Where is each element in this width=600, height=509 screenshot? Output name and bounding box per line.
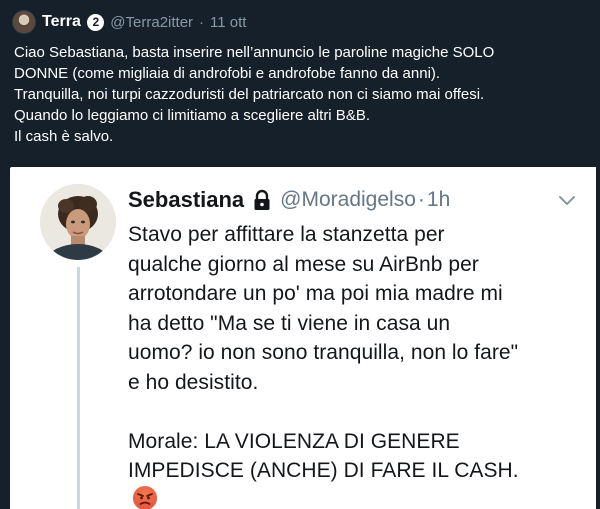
outer-text-line: Il cash è salvo. [14, 128, 114, 145]
outer-timestamp[interactable]: 11 ott [210, 14, 246, 31]
outer-separator: · [199, 13, 205, 31]
angry-face-emoji-icon [132, 485, 158, 509]
chevron-down-icon[interactable] [556, 189, 578, 211]
outer-avatar[interactable] [12, 10, 36, 34]
outer-tweet-text: Ciao Sebastiana, basta inserire nell’ann… [14, 42, 584, 147]
quoted-text-line: Stavo per affittare la stanzetta per [128, 223, 445, 246]
quoted-avatar[interactable] [40, 184, 116, 260]
outer-text-line: Ciao Sebastiana, basta inserire nell’ann… [14, 44, 495, 61]
quoted-handle[interactable]: @Moradigelso [280, 188, 416, 212]
outer-text-line: Tranquilla, noi turpi cazzoduristi del p… [14, 86, 485, 103]
quoted-tweet-text: Stavo per affittare la stanzetta per qua… [128, 220, 588, 486]
outer-tweet[interactable]: Terra 2 @Terra2itter · 11 ott Ciao Sebas… [0, 0, 600, 509]
quoted-text-line: uomo? io non sono tranquilla, non lo far… [128, 341, 519, 364]
quoted-timestamp[interactable]: 1h [427, 188, 450, 212]
outer-text-line: Quando lo leggiamo ci limitiamo a scegli… [14, 107, 370, 124]
quoted-text-line: IMPEDISCE (ANCHE) DI FARE IL CASH. [128, 459, 519, 482]
outer-display-name[interactable]: Terra 2 [42, 13, 105, 31]
outer-text-line: DONNE (come migliaia di androfobi e andr… [14, 65, 441, 82]
quoted-text-line: arrotondare un po' ma poi mia madre mi [128, 282, 503, 305]
outer-handle[interactable]: @Terra2itter [110, 14, 193, 31]
quoted-tweet-header: Sebastiana @Moradigelso · 1h [128, 185, 588, 215]
outer-tweet-header: Terra 2 @Terra2itter · 11 ott [12, 10, 246, 34]
quoted-display-name[interactable]: Sebastiana [128, 187, 244, 213]
quoted-text-line: ha detto "Ma se ti viene in casa un [128, 311, 451, 335]
quoted-separator: · [417, 188, 425, 211]
quoted-text-line: qualche giorno al mese su AirBnb per [128, 252, 479, 276]
thread-line [77, 267, 80, 509]
quoted-tweet-screenshot[interactable]: Sebastiana @Moradigelso · 1h Stavo per a… [10, 167, 596, 509]
lock-icon [252, 189, 272, 211]
outer-display-name-text: Terra [42, 13, 81, 30]
quoted-text-line: Morale: LA VIOLENZA DI GENERE [128, 429, 460, 453]
quoted-text-line: e ho desistito. [128, 370, 259, 394]
name-badge: 2 [87, 13, 105, 31]
